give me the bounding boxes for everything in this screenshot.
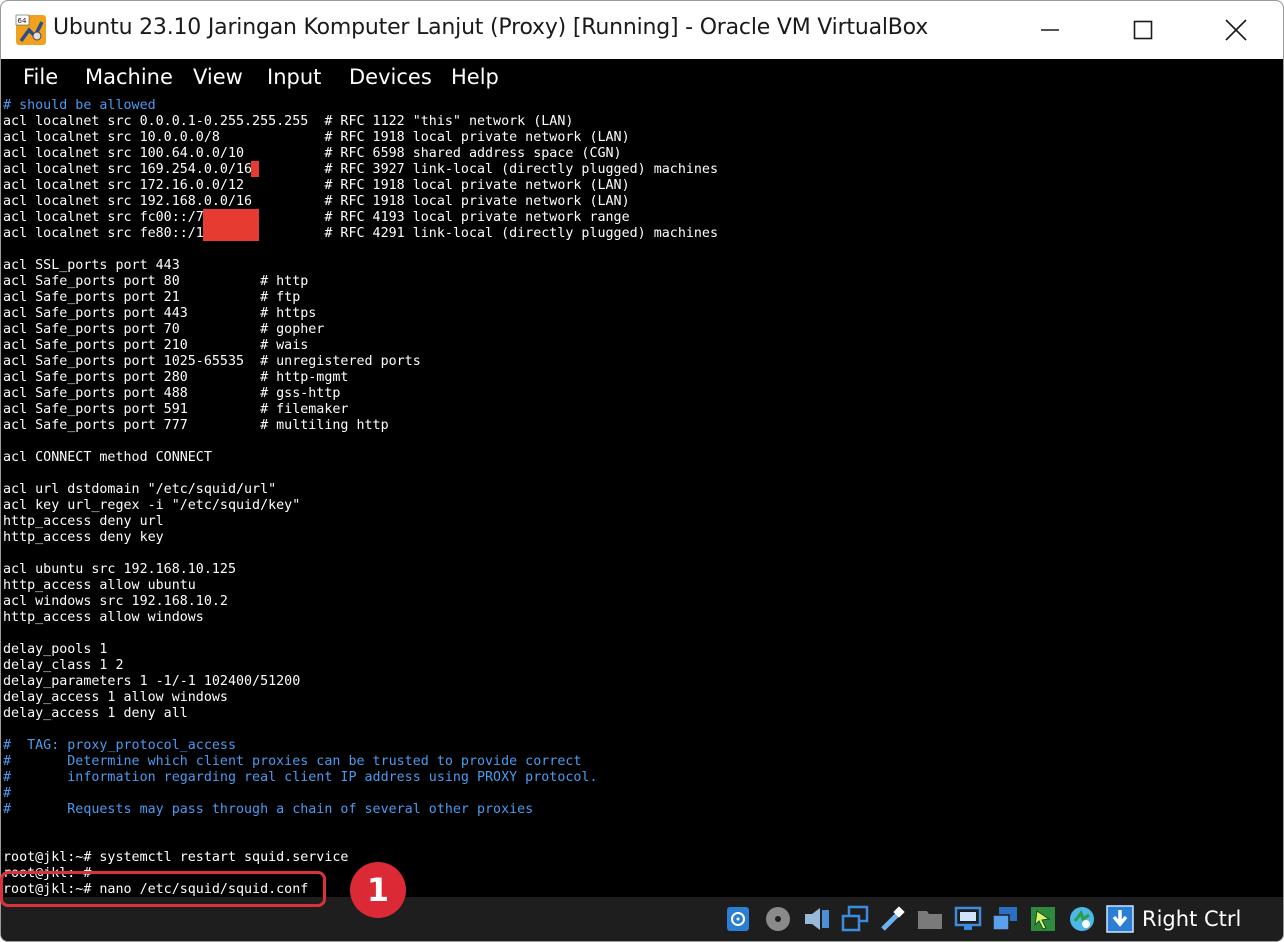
terminal-line: acl Safe_ports port 443 # https	[3, 306, 317, 321]
terminal-line: acl localnet src 192.168.0.0/16 # RFC 19…	[3, 194, 630, 209]
menu-view[interactable]: View	[193, 65, 243, 89]
optical-drive-icon[interactable]	[764, 905, 792, 933]
terminal-line: http_access deny key	[3, 530, 164, 545]
terminal-line: acl Safe_ports port 488 # gss-http	[3, 386, 341, 401]
close-button[interactable]	[1189, 1, 1282, 59]
recording-icon[interactable]	[991, 905, 1019, 933]
cpu-activity-icon[interactable]	[1068, 905, 1096, 933]
terminal-line: acl Safe_ports port 80 # http	[3, 274, 309, 289]
terminal-line: acl localnet src 169.254.0.0/16 # RFC 39…	[3, 162, 718, 177]
highlight-box	[0, 871, 326, 907]
terminal-line: # Determine which client proxies can be …	[3, 754, 582, 769]
terminal-line: delay_class 1 2	[3, 658, 124, 673]
terminal-line: delay_access 1 deny all	[3, 706, 188, 721]
virtualbox-app-icon[interactable]: 64	[15, 14, 47, 46]
terminal-line: # Requests may pass through a chain of s…	[3, 802, 534, 817]
terminal-line: acl windows src 192.168.10.2	[3, 594, 228, 609]
menu-help[interactable]: Help	[451, 65, 499, 89]
terminal-line: acl CONNECT method CONNECT	[3, 450, 212, 465]
terminal-line: acl localnet src 10.0.0.0/8 # RFC 1918 l…	[3, 130, 630, 145]
terminal-line: root@jkl:~# systemctl restart squid.serv…	[3, 850, 349, 865]
terminal-line: acl localnet src 0.0.0.1-0.255.255.255 #…	[3, 114, 574, 129]
redaction-mark	[251, 161, 259, 177]
host-key-label: Right Ctrl	[1142, 907, 1242, 931]
terminal-line: acl localnet src 100.64.0.0/10 # RFC 659…	[3, 146, 622, 161]
display-icon[interactable]	[954, 905, 982, 933]
menu-devices[interactable]: Devices	[349, 65, 432, 89]
step-badge: 1	[350, 862, 406, 918]
svg-text:64: 64	[18, 17, 27, 25]
network-icon[interactable]	[841, 905, 869, 933]
terminal-line: acl localnet src fe80::/10 # RFC 4291 li…	[3, 226, 718, 241]
terminal-line: acl url dstdomain "/etc/squid/url"	[3, 482, 277, 497]
terminal-line: delay_pools 1	[3, 642, 108, 657]
terminal-line: # TAG: proxy_protocol_access	[3, 738, 236, 753]
terminal-output[interactable]: # should be allowed acl localnet src 0.0.…	[3, 98, 718, 898]
audio-icon[interactable]	[803, 905, 831, 933]
terminal-line: # should be allowed	[3, 98, 156, 113]
virtualbox-window: 64 Ubuntu 23.10 Jaringan Komputer Lanjut…	[0, 0, 1284, 942]
minimize-button[interactable]	[1003, 1, 1096, 59]
terminal-line: acl key url_regex -i "/etc/squid/key"	[3, 498, 301, 513]
mouse-integration-icon[interactable]	[1029, 905, 1057, 933]
terminal-line: #	[3, 786, 12, 801]
menu-bar: File Machine View Input Devices Help	[1, 59, 1283, 97]
terminal-line: acl Safe_ports port 591 # filemaker	[3, 402, 349, 417]
redaction-mark	[203, 209, 259, 241]
title-bar[interactable]: 64 Ubuntu 23.10 Jaringan Komputer Lanjut…	[1, 1, 1283, 59]
hard-disk-icon[interactable]	[724, 905, 752, 933]
terminal-line: acl localnet src fc00::/7 # RFC 4193 loc…	[3, 210, 630, 225]
terminal-line: delay_parameters 1 -1/-1 102400/51200	[3, 674, 301, 689]
window-title: Ubuntu 23.10 Jaringan Komputer Lanjut (P…	[53, 15, 929, 40]
terminal-line: acl localnet src 172.16.0.0/12 # RFC 191…	[3, 178, 630, 193]
terminal-line: acl Safe_ports port 21 # ftp	[3, 290, 301, 305]
maximize-button[interactable]	[1096, 1, 1189, 59]
menu-file[interactable]: File	[23, 65, 58, 89]
vm-screen[interactable]: # should be allowed acl localnet src 0.0.…	[1, 97, 1283, 897]
terminal-line: http_access allow windows	[3, 610, 204, 625]
terminal-line: acl Safe_ports port 1025-65535 # unregis…	[3, 354, 421, 369]
terminal-line: acl Safe_ports port 777 # multiling http	[3, 418, 389, 433]
shared-folders-icon[interactable]	[916, 905, 944, 933]
terminal-line: acl Safe_ports port 280 # http-mgmt	[3, 370, 349, 385]
terminal-line: acl Safe_ports port 70 # gopher	[3, 322, 325, 337]
terminal-line: http_access deny url	[3, 514, 164, 529]
close-icon	[1224, 19, 1247, 41]
terminal-line: acl SSL_ports port 443	[3, 258, 180, 273]
terminal-line: delay_access 1 allow windows	[3, 690, 228, 705]
minimize-icon	[1040, 29, 1059, 31]
terminal-line: acl ubuntu src 192.168.10.125	[3, 562, 236, 577]
menu-input[interactable]: Input	[267, 65, 321, 89]
maximize-icon	[1133, 20, 1152, 40]
keyboard-capture-icon[interactable]	[1106, 905, 1134, 933]
usb-icon[interactable]	[879, 905, 907, 933]
menu-machine[interactable]: Machine	[85, 65, 173, 89]
terminal-line: acl Safe_ports port 210 # wais	[3, 338, 309, 353]
terminal-line: # information regarding real client IP a…	[3, 770, 598, 785]
terminal-line: http_access allow ubuntu	[3, 578, 196, 593]
